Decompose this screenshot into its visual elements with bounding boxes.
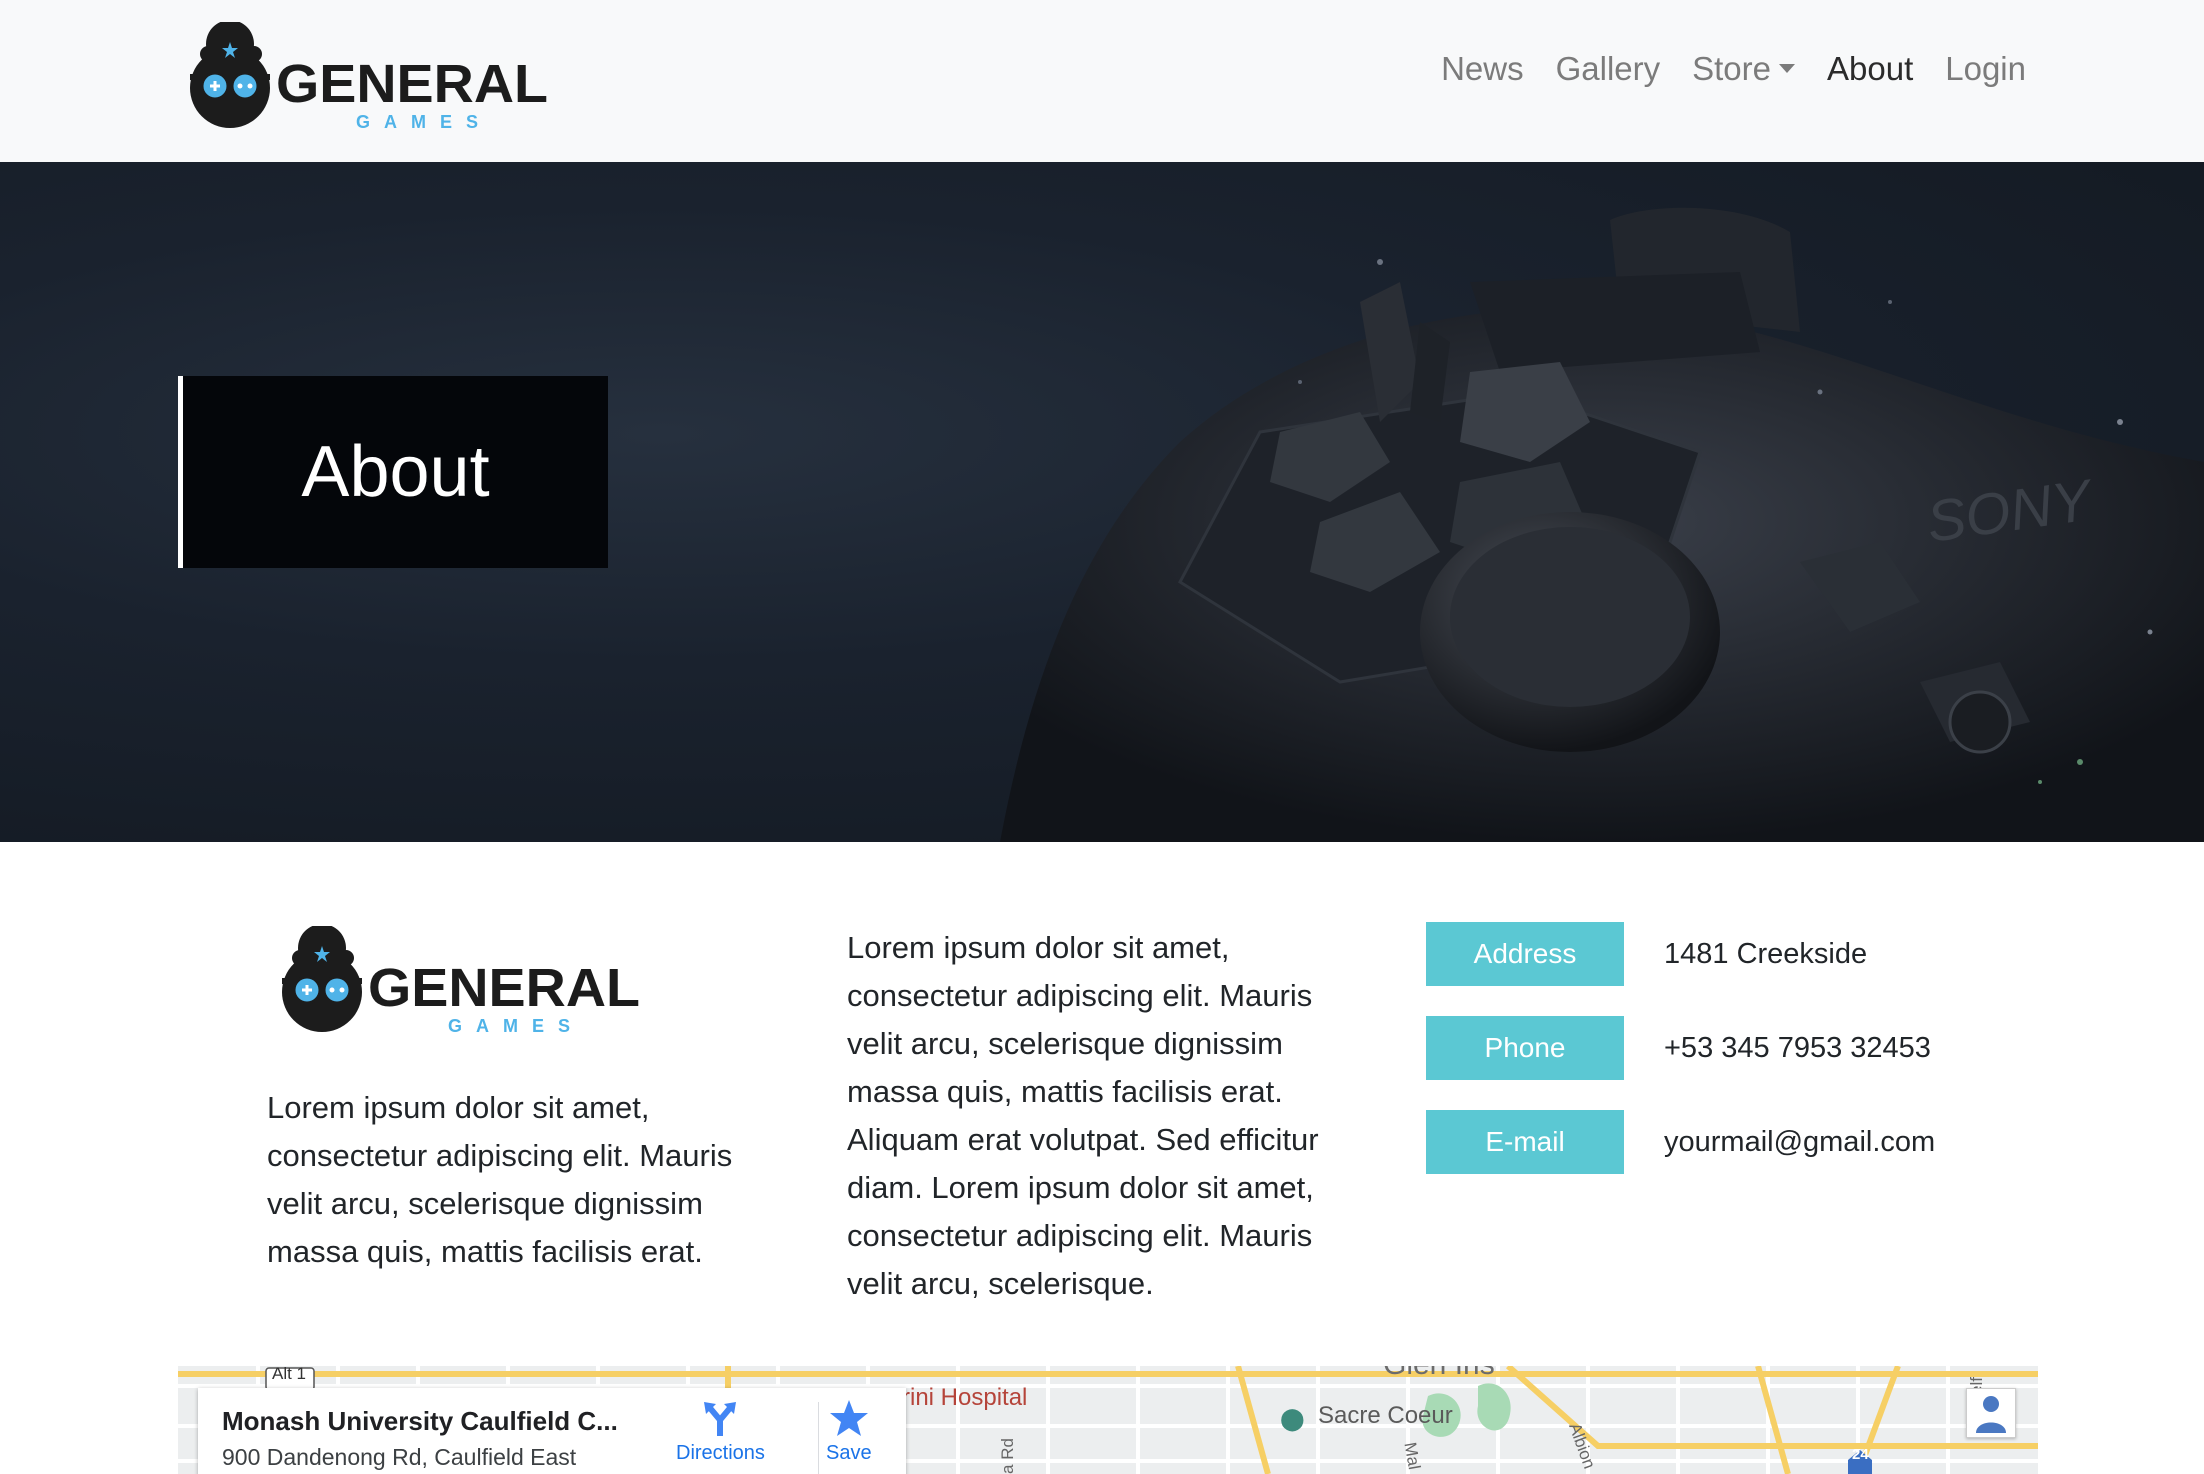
email-value: yourmail@gmail.com — [1664, 1125, 1936, 1158]
map-place-card: Monash University Caulfield C... 900 Dan… — [198, 1388, 906, 1474]
logo-tagline: GAMES — [356, 112, 492, 132]
main-nav: News Gallery Store About Login — [1441, 50, 2026, 88]
caret-down-icon — [1779, 63, 1795, 73]
embedded-map[interactable]: Alt 1 Glen Iris rini Hospital Sacre Coeu… — [178, 1366, 2038, 1474]
map-label-route-24: 24 — [1852, 1446, 1869, 1463]
email-badge: E-mail — [1426, 1110, 1624, 1174]
page-title: About — [301, 432, 490, 512]
directions-label: Directions — [676, 1442, 765, 1464]
map-label-sacre-coeur: Sacre Coeur — [1318, 1402, 1453, 1429]
phone-value: +53 345 7953 32453 — [1664, 1031, 1931, 1064]
about-logo-tagline: GAMES — [448, 1016, 584, 1036]
about-paragraph-1: Lorem ipsum dolor sit amet, consectetur … — [267, 1090, 733, 1269]
map-label-glen-iris: Glen Iris — [1383, 1366, 1495, 1382]
nav-news[interactable]: News — [1441, 50, 1524, 88]
logo-wordmark: GENERAL — [276, 54, 548, 114]
about-logo: GENERAL GAMES — [280, 924, 650, 1038]
map-place-name: Monash University Caulfield C... — [222, 1406, 618, 1436]
person-icon — [1976, 1396, 2006, 1433]
about-paragraph-2: Lorem ipsum dolor sit amet, consectetur … — [847, 930, 1319, 1301]
navbar: GENERAL GAMES News Gallery Store About L… — [0, 0, 2204, 162]
map-label-hospital: rini Hospital — [902, 1384, 1028, 1411]
about-logo-wordmark: GENERAL — [368, 958, 640, 1018]
address-value: 1481 Creekside — [1664, 937, 1868, 970]
phone-badge: Phone — [1426, 1016, 1624, 1080]
map-label-alt-route: Alt 1 — [272, 1366, 307, 1383]
save-button[interactable]: Save — [826, 1398, 872, 1465]
general-games-logo: GENERAL GAMES — [190, 20, 548, 132]
nav-login[interactable]: Login — [1945, 50, 2026, 88]
nav-gallery[interactable]: Gallery — [1556, 50, 1661, 88]
general-games-logo-large: GENERAL GAMES — [282, 924, 640, 1036]
contact-phone-row: Phone +53 345 7953 32453 — [1426, 1016, 2086, 1080]
address-badge: Address — [1426, 922, 1624, 986]
hero-title-box: About — [178, 376, 608, 568]
contact-address-row: Address 1481 Creekside — [1426, 922, 2086, 986]
map-pegman-button[interactable] — [1966, 1388, 2016, 1438]
nav-about[interactable]: About — [1827, 50, 1913, 88]
map-label-road-rd: a Rd — [997, 1438, 1017, 1474]
star-icon — [829, 1400, 868, 1436]
hero-banner: SONY About — [0, 162, 2204, 842]
brand-logo-link[interactable]: GENERAL GAMES — [188, 20, 558, 134]
map-card-divider — [818, 1402, 819, 1474]
contact-email-row: E-mail yourmail@gmail.com — [1426, 1110, 2086, 1174]
directions-icon — [704, 1402, 737, 1436]
nav-store-dropdown[interactable]: Store — [1692, 50, 1795, 88]
save-label: Save — [826, 1442, 872, 1464]
map-place-address: 900 Dandenong Rd, Caulfield East — [222, 1444, 577, 1470]
nav-store-label: Store — [1692, 50, 1771, 87]
map-pin-icon: ⬤ — [1280, 1406, 1305, 1431]
directions-button[interactable]: Directions — [676, 1398, 765, 1465]
